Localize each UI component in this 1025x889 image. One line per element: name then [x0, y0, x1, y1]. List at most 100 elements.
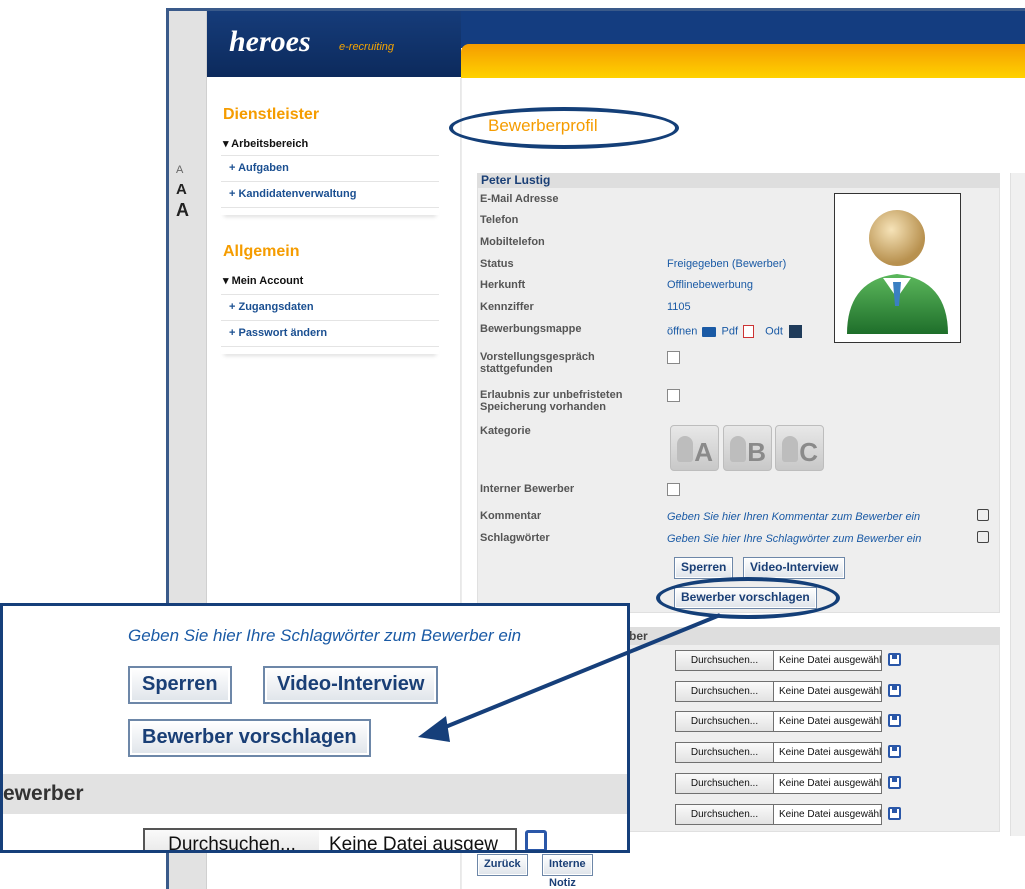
logo-text: heroes: [229, 25, 311, 58]
label-kennziffer: Kennziffer: [480, 301, 534, 313]
save-icon[interactable]: [888, 653, 901, 666]
edit-icon[interactable]: [977, 509, 989, 521]
interner-bewerber-checkbox[interactable]: [667, 483, 680, 496]
person-icon: [677, 436, 693, 462]
back-button[interactable]: Zurück: [477, 854, 528, 876]
label-line: Erlaubnis zur unbefristeten: [480, 389, 623, 401]
category-letter: B: [747, 437, 766, 467]
pdf-link[interactable]: Pdf: [722, 325, 739, 337]
category-letter: C: [799, 437, 818, 467]
schlagwoerter-field[interactable]: Geben Sie hier Ihre Schlagwörter zum Bew…: [667, 533, 921, 545]
highlight-ellipse: [656, 577, 840, 619]
label-interner-bewerber: Interner Bewerber: [480, 483, 575, 495]
internal-note-button[interactable]: Interne Notiz: [542, 854, 593, 889]
pdf-icon: [743, 325, 755, 338]
video-interview-button[interactable]: Video-Interview: [743, 557, 846, 579]
status-value: Freigegeben (Bewerber): [667, 258, 787, 270]
category-c-button[interactable]: C: [775, 425, 824, 471]
avatar: [834, 193, 961, 343]
odt-link[interactable]: Odt: [765, 325, 783, 337]
sidebar-item-aufgaben[interactable]: + Aufgaben: [221, 155, 439, 181]
label-line: Speicherung vorhanden: [480, 401, 606, 413]
odt-icon: [788, 325, 802, 338]
save-icon[interactable]: [888, 776, 901, 789]
kommentar-field[interactable]: Geben Sie hier Ihren Kommentar zum Bewer…: [667, 511, 920, 523]
file-status: Keine Datei ausgewählt: [774, 650, 882, 671]
label-bewerbungsmappe: Bewerbungsmappe: [480, 323, 582, 335]
file-status: Keine Datei ausgewählt: [774, 742, 882, 763]
header-accent-bar: [461, 44, 1025, 78]
zoom-video-interview-button[interactable]: Video-Interview: [263, 666, 439, 704]
font-size-medium[interactable]: A: [176, 180, 206, 200]
font-size-large[interactable]: A: [176, 200, 206, 220]
sidebar-group-mein-account[interactable]: ▾ Mein Account: [223, 274, 303, 287]
person-avatar-icon: [847, 210, 948, 334]
font-size-switcher: A A A: [172, 160, 206, 220]
sperren-button[interactable]: Sperren: [674, 557, 734, 579]
label-erlaubnis: Erlaubnis zur unbefristeten Speicherung …: [480, 389, 622, 413]
browse-button[interactable]: Durchsuchen...: [675, 804, 774, 825]
bewerbungsmappe-links: öffnen Pdf Odt: [667, 325, 802, 338]
save-icon[interactable]: [888, 745, 901, 758]
menu-divider: [221, 346, 439, 354]
folder-icon: [702, 326, 717, 337]
zoom-bewerber-vorschlagen-button[interactable]: Bewerber vorschlagen: [128, 719, 371, 757]
sidebar-item-kandidatenverwaltung[interactable]: + Kandidatenverwaltung: [221, 181, 439, 207]
save-icon[interactable]: [888, 807, 901, 820]
kennziffer-value: 1105: [667, 301, 691, 313]
logo[interactable]: heroes e-recruiting: [207, 11, 461, 77]
browse-button[interactable]: Durchsuchen...: [675, 742, 774, 763]
zoom-browse-button[interactable]: Durchsuchen...: [143, 828, 321, 850]
label-line: stattgefunden: [480, 363, 553, 375]
label-mobiltelefon: Mobiltelefon: [480, 236, 545, 248]
edit-icon[interactable]: [977, 531, 989, 543]
file-status: Keine Datei ausgewählt: [774, 711, 882, 732]
zoom-section-band: [3, 774, 627, 814]
zoom-file-status: Keine Datei ausgew: [319, 828, 517, 850]
sidebar-menu: + Zugangsdaten + Passwort ändern: [221, 294, 439, 354]
zoom-callout: Geben Sie hier Ihre Schlagwörter zum Bew…: [0, 603, 630, 853]
attachments-title: ber: [629, 629, 648, 643]
highlight-ellipse: [449, 107, 679, 149]
erlaubnis-checkbox[interactable]: [667, 389, 680, 402]
label-kategorie: Kategorie: [480, 425, 531, 437]
sidebar-menu: + Aufgaben + Kandidatenverwaltung: [221, 155, 439, 215]
save-icon[interactable]: [888, 714, 901, 727]
logo-tagline: e-recruiting: [339, 41, 395, 53]
category-letter: A: [694, 437, 713, 467]
vorstellungsgespraech-checkbox[interactable]: [667, 351, 680, 364]
top-bar: [461, 11, 1025, 48]
file-status: Keine Datei ausgewählt: [774, 681, 882, 702]
file-status: Keine Datei ausgewählt: [774, 773, 882, 794]
sidebar-item-zugangsdaten[interactable]: + Zugangsdaten: [221, 294, 439, 320]
save-icon[interactable]: [888, 684, 901, 697]
font-size-small[interactable]: A: [176, 160, 206, 180]
category-a-button[interactable]: A: [670, 425, 719, 471]
label-herkunft: Herkunft: [480, 279, 526, 291]
label-kommentar: Kommentar: [480, 510, 542, 522]
candidate-name: Peter Lustig: [481, 173, 551, 187]
person-icon: [782, 436, 798, 462]
sidebar-group-arbeitsbereich[interactable]: ▾ Arbeitsbereich: [223, 137, 308, 150]
browse-button[interactable]: Durchsuchen...: [675, 711, 774, 732]
label-telefon: Telefon: [480, 214, 519, 226]
zoom-sperren-button[interactable]: Sperren: [128, 666, 232, 704]
label-line: Vorstellungsgespräch: [480, 351, 595, 363]
browse-button[interactable]: Durchsuchen...: [675, 773, 774, 794]
menu-divider: [221, 207, 439, 215]
profile-header: [477, 173, 1000, 188]
sidebar-item-passwort[interactable]: + Passwort ändern: [221, 320, 439, 346]
sidebar-section-title: Allgemein: [223, 243, 300, 260]
zoom-section-title: ewerber: [3, 782, 84, 805]
right-panel: [1010, 173, 1025, 836]
herkunft-value: Offlinebewerbung: [667, 279, 754, 291]
browse-button[interactable]: Durchsuchen...: [675, 650, 774, 671]
label-vorstellungsgespraech: Vorstellungsgespräch stattgefunden: [480, 351, 595, 375]
label-email: E-Mail Adresse: [480, 193, 559, 205]
category-b-button[interactable]: B: [723, 425, 772, 471]
browse-button[interactable]: Durchsuchen...: [675, 681, 774, 702]
label-schlagwoerter: Schlagwörter: [480, 532, 550, 544]
save-icon[interactable]: [525, 830, 547, 850]
file-status: Keine Datei ausgewählt: [774, 804, 882, 825]
open-link[interactable]: öffnen: [667, 325, 697, 337]
